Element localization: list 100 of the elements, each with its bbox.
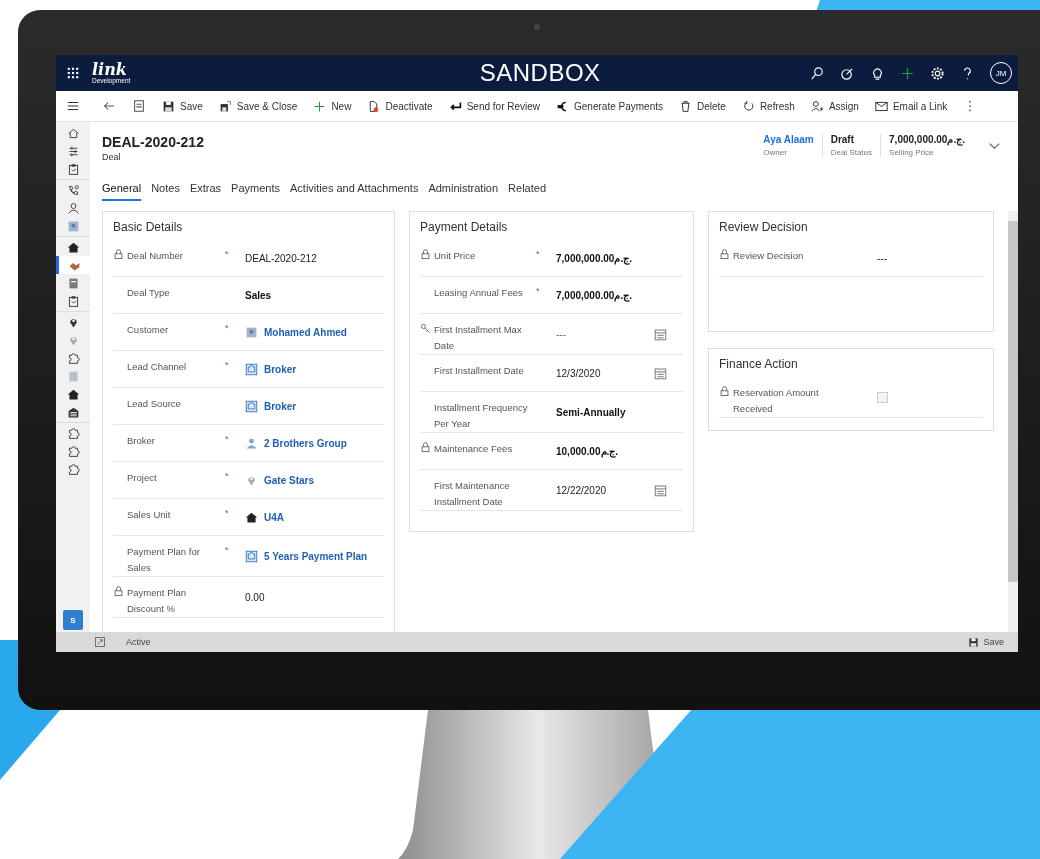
- command-button[interactable]: Save: [154, 95, 211, 117]
- plus-icon: [313, 99, 327, 113]
- scrollbar[interactable]: [1008, 211, 1018, 632]
- tab[interactable]: Extras: [189, 180, 222, 201]
- lookup-link[interactable]: Gate Stars: [264, 474, 315, 486]
- app-launcher-icon[interactable]: [66, 66, 80, 80]
- command-button[interactable]: Save & Close: [210, 95, 306, 117]
- field-value: 0.00: [245, 591, 265, 603]
- house-icon: [66, 387, 80, 401]
- field-label: Leasing Annual Fees: [434, 286, 524, 300]
- tab[interactable]: Administration: [428, 180, 499, 201]
- required-marker: *: [225, 471, 229, 481]
- tab[interactable]: Activities and Attachments: [290, 180, 419, 201]
- entity-icon: [245, 362, 258, 376]
- clipboard-icon: [66, 162, 80, 176]
- calendar-icon[interactable]: [654, 366, 667, 380]
- field-label: First Installment Max Date: [434, 323, 523, 353]
- lookup-link[interactable]: U4A: [264, 511, 284, 523]
- field-label: First Installment Date: [434, 364, 525, 378]
- record-title: DEAL-2020-212: [102, 134, 204, 150]
- field-label: Review Decision: [733, 249, 805, 263]
- person-icon: [810, 99, 824, 113]
- owner-link[interactable]: Aya Alaam: [763, 134, 814, 145]
- field-label: Sales Unit: [127, 508, 172, 522]
- camera-icon: [534, 24, 540, 30]
- header-label: Deal Status: [830, 148, 873, 157]
- field-label: Deal Number: [127, 249, 184, 263]
- entity-name: Deal: [102, 152, 122, 162]
- field-label: Reservation Amount Received: [733, 386, 820, 416]
- required-marker: *: [225, 508, 229, 518]
- command-button[interactable]: Assign: [802, 95, 867, 117]
- lightbulb-icon[interactable]: [870, 65, 885, 81]
- command-button[interactable]: New: [305, 95, 360, 117]
- field-label: Lead Source: [127, 397, 182, 411]
- required-marker: *: [536, 286, 540, 296]
- field-label: Project: [127, 471, 158, 485]
- puzzle-icon: [66, 426, 80, 440]
- command-button[interactable]: Delete: [670, 95, 734, 117]
- form-icon[interactable]: [132, 99, 146, 113]
- lookup-link[interactable]: 5 Years Payment Plan: [264, 550, 368, 562]
- search-icon[interactable]: [810, 65, 825, 81]
- garage-icon: [66, 405, 80, 419]
- trash-icon: [678, 99, 692, 113]
- refresh-icon: [741, 99, 755, 113]
- section-title: Review Decision: [719, 220, 809, 234]
- field-value: DEAL-2020-212: [245, 252, 317, 264]
- checkbox[interactable]: [877, 391, 888, 403]
- calendar-icon[interactable]: [654, 483, 667, 497]
- header-value: Draft: [830, 134, 856, 145]
- header-value: 7,000,000.00ج.م.: [889, 134, 965, 145]
- field-label: Lead Channel: [127, 360, 188, 374]
- entity-icon: [245, 399, 258, 413]
- lookup-link[interactable]: 2 Brothers Group: [264, 437, 347, 449]
- puzzle-icon: [66, 462, 80, 476]
- field-value: 7,000,000.00ج.م.: [556, 252, 632, 264]
- field-label: Payment Plan Discount %: [127, 586, 188, 616]
- document-icon: [66, 276, 80, 290]
- calendar-icon[interactable]: [654, 327, 667, 341]
- tab[interactable]: Related: [508, 180, 547, 201]
- command-button[interactable]: Send for Review: [440, 95, 549, 117]
- area-switcher-button[interactable]: S: [63, 610, 83, 630]
- house-icon: [245, 510, 258, 524]
- field-value: ---: [877, 252, 887, 264]
- image-icon: [66, 369, 80, 383]
- field-value: Sales: [245, 289, 272, 301]
- person-icon: [66, 201, 80, 215]
- tab[interactable]: Notes: [151, 180, 180, 201]
- back-arrow-icon[interactable]: [102, 99, 116, 113]
- field-value: 10,000.00ج.م.: [556, 445, 619, 457]
- required-marker: *: [225, 545, 229, 555]
- required-marker: *: [225, 249, 229, 259]
- settings-icon[interactable]: [930, 65, 945, 81]
- envelope-icon: [874, 99, 888, 113]
- entity-icon: [245, 549, 258, 563]
- required-marker: *: [225, 434, 229, 444]
- command-button[interactable]: Deactivate: [359, 95, 441, 117]
- command-button[interactable]: Generate Payments: [548, 95, 671, 117]
- section-title: Finance Action: [719, 357, 799, 371]
- menu-icon: [66, 99, 80, 113]
- field-label: Installment Frequency Per Year: [434, 401, 529, 431]
- command-button[interactable]: Refresh: [733, 95, 803, 117]
- expand-icon: [94, 636, 106, 648]
- field-label: Broker: [127, 434, 156, 448]
- header-label: Selling Price: [889, 148, 935, 157]
- save-button[interactable]: Save: [962, 635, 1010, 649]
- tab[interactable]: General: [102, 180, 142, 201]
- house-icon: [66, 240, 80, 254]
- required-marker: *: [225, 360, 229, 370]
- environment-title: SANDBOX: [478, 59, 602, 87]
- document-icon: [367, 99, 381, 113]
- clipboard-icon: [66, 294, 80, 308]
- lookup-link[interactable]: Mohamed Ahmed: [264, 326, 347, 338]
- command-button[interactable]: Email a Link: [866, 95, 956, 117]
- plus-icon[interactable]: [900, 65, 915, 81]
- phone-icon: [66, 183, 80, 197]
- lookup-link[interactable]: Broker: [264, 363, 297, 375]
- contact-card-icon: [66, 219, 80, 233]
- tab[interactable]: Payments: [231, 180, 280, 201]
- arrow-icon: [448, 99, 462, 113]
- lookup-link[interactable]: Broker: [264, 400, 297, 412]
